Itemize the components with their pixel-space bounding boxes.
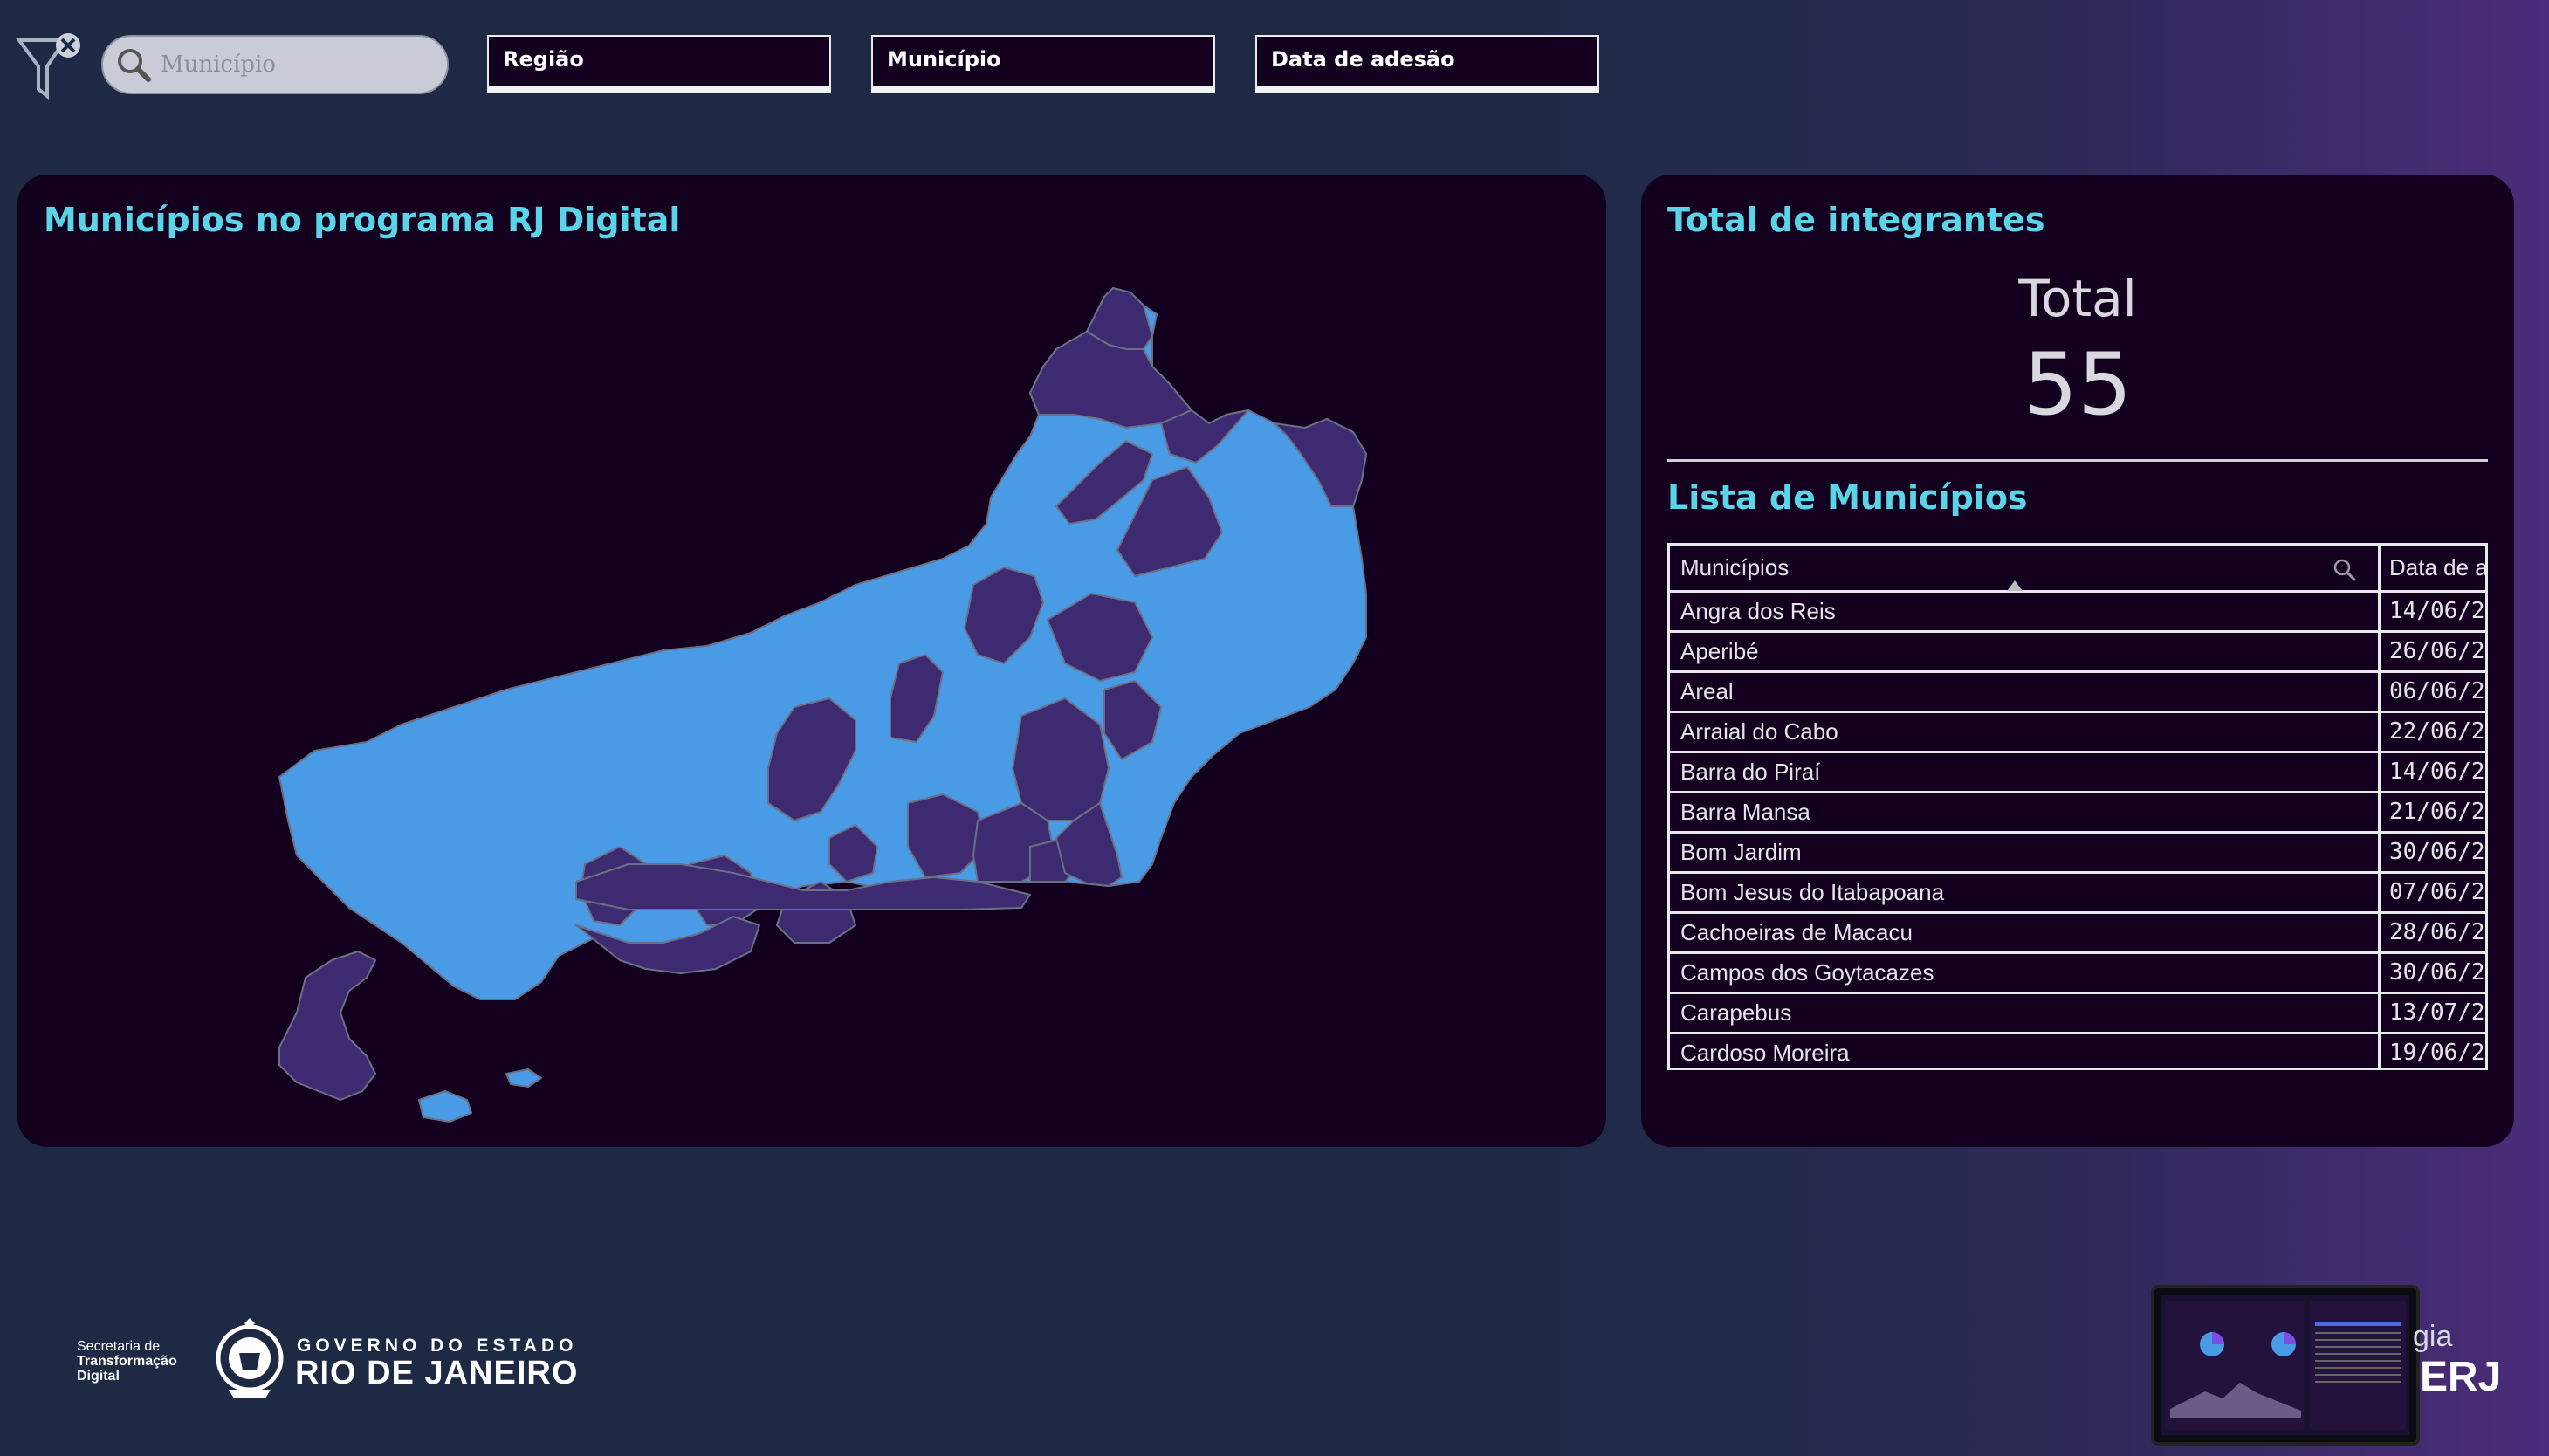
col-header-municipios[interactable]: Municípios <box>1670 546 2381 591</box>
table-body: Angra dos Reis 14/06/20 Aperibé 26/06/20 A… <box>1670 593 2485 1068</box>
cell-data-adesao: 19/06/20 <box>2389 1040 2485 1066</box>
cell-data-adesao: 13/07/20 <box>2389 999 2485 1026</box>
cell-data-adesao: 06/06/20 <box>2389 678 2485 704</box>
map-region-purple-north-2 <box>1029 331 1192 429</box>
cell-data-adesao: 14/06/20 <box>2389 759 2485 785</box>
kpi-title: Total de integrantes <box>1667 201 2045 239</box>
cell-data-adesao: 21/06/20 <box>2389 799 2485 825</box>
table-row[interactable]: Barra Mansa 21/06/20 <box>1670 793 2485 834</box>
cell-data-adesao: 28/06/20 <box>2389 919 2485 945</box>
cell-municipio: Cachoeiras de Macacu <box>1670 914 2381 951</box>
cell-data-adesao: 22/06/20 <box>2389 718 2485 745</box>
cell-municipio: Angra dos Reis <box>1670 593 2381 630</box>
table-row[interactable]: Cachoeiras de Macacu 28/06/20 <box>1670 914 2485 954</box>
table-row[interactable]: Bom Jardim 30/06/20 <box>1670 834 2485 874</box>
cell-municipio: Carapebus <box>1670 994 2381 1032</box>
cell-municipio: Campos dos Goytacazes <box>1670 954 2381 992</box>
sort-ascending-icon[interactable] <box>2007 580 2023 591</box>
municipio-search-input[interactable] <box>159 51 424 79</box>
cell-municipio: Arraial do Cabo <box>1670 713 2381 751</box>
cell-data-adesao: 07/06/20 <box>2389 879 2485 905</box>
cell-municipio: Aperibé <box>1670 633 2381 670</box>
cell-municipio: Cardoso Moreira <box>1670 1034 2381 1068</box>
table-row[interactable]: Barra do Piraí 14/06/20 <box>1670 753 2485 793</box>
column-search-icon[interactable] <box>2333 558 2357 582</box>
secretaria-line-2: Transformação <box>77 1354 177 1369</box>
cell-data-adesao: 30/06/20 <box>2389 959 2485 986</box>
kpi-label: Total <box>2018 269 2137 328</box>
table-row[interactable]: Cardoso Moreira 19/06/20 <box>1670 1034 2485 1068</box>
secretaria-line-3: Digital <box>77 1369 120 1384</box>
brand-text-2: ERJ <box>2420 1354 2502 1400</box>
cell-municipio: Areal <box>1670 673 2381 711</box>
table-row[interactable]: Carapebus 13/07/20 <box>1670 994 2485 1034</box>
kpi-value: 55 <box>2023 335 2133 435</box>
cell-data-adesao: 26/06/20 <box>2389 638 2485 664</box>
secretaria-logo: Secretaria de Transformação Digital <box>77 1339 177 1384</box>
col-header-municipios-label: Municípios <box>1680 554 1790 580</box>
rj-state-map[interactable] <box>17 175 1606 1147</box>
cell-municipio: Barra Mansa <box>1670 793 2381 831</box>
table-row[interactable]: Bom Jesus do Itabapoana 07/06/20 <box>1670 874 2485 914</box>
thumbnail-preview <box>2161 1295 2409 1435</box>
municipio-search-box[interactable] <box>101 35 449 94</box>
table-title: Lista de Municípios <box>1667 478 2028 517</box>
table-row[interactable]: Campos dos Goytacazes 30/06/20 <box>1670 954 2485 994</box>
filter-municipio[interactable]: Município <box>871 35 1215 93</box>
map-island-1 <box>418 1090 472 1123</box>
table-row[interactable]: Arraial do Cabo 22/06/20 <box>1670 713 2485 753</box>
cell-municipio: Bom Jardim <box>1670 834 2381 871</box>
search-icon <box>118 49 151 82</box>
map-island-2 <box>505 1068 542 1088</box>
cell-data-adesao: 14/06/20 <box>2389 598 2485 624</box>
gov-line-2: RIO DE JANEIRO <box>295 1355 579 1391</box>
table-row[interactable]: Aperibé 26/06/20 <box>1670 633 2485 673</box>
gov-line-1: GOVERNO DO ESTADO <box>297 1336 578 1356</box>
cell-data-adesao: 30/06/20 <box>2389 839 2485 865</box>
divider <box>1667 459 2488 462</box>
dashboard-thumbnail[interactable] <box>2151 1285 2420 1446</box>
col-header-data-adesao[interactable]: Data de ad <box>2381 546 2485 590</box>
cell-municipio: Bom Jesus do Itabapoana <box>1670 874 2381 911</box>
table-row[interactable]: Angra dos Reis 14/06/20 <box>1670 593 2485 633</box>
filter-regiao[interactable]: Região <box>487 35 831 93</box>
municipios-table[interactable]: Municípios Data de ad Angra dos Reis 14/0… <box>1667 543 2488 1070</box>
secretaria-line-1: Secretaria de <box>77 1339 161 1354</box>
brand-text-1: gia <box>2413 1320 2453 1353</box>
map-region-purple-west <box>278 951 376 1101</box>
clear-filters-icon[interactable] <box>16 31 87 103</box>
state-coat-of-arms-icon <box>216 1318 284 1398</box>
cell-municipio: Barra do Piraí <box>1670 753 2381 791</box>
table-header: Municípios Data de ad <box>1670 546 2485 593</box>
map-card: Municípios no programa RJ Digital <box>17 175 1606 1147</box>
table-row[interactable]: Areal 06/06/20 <box>1670 673 2485 713</box>
filter-data-adesao[interactable]: Data de adesão <box>1255 35 1599 93</box>
